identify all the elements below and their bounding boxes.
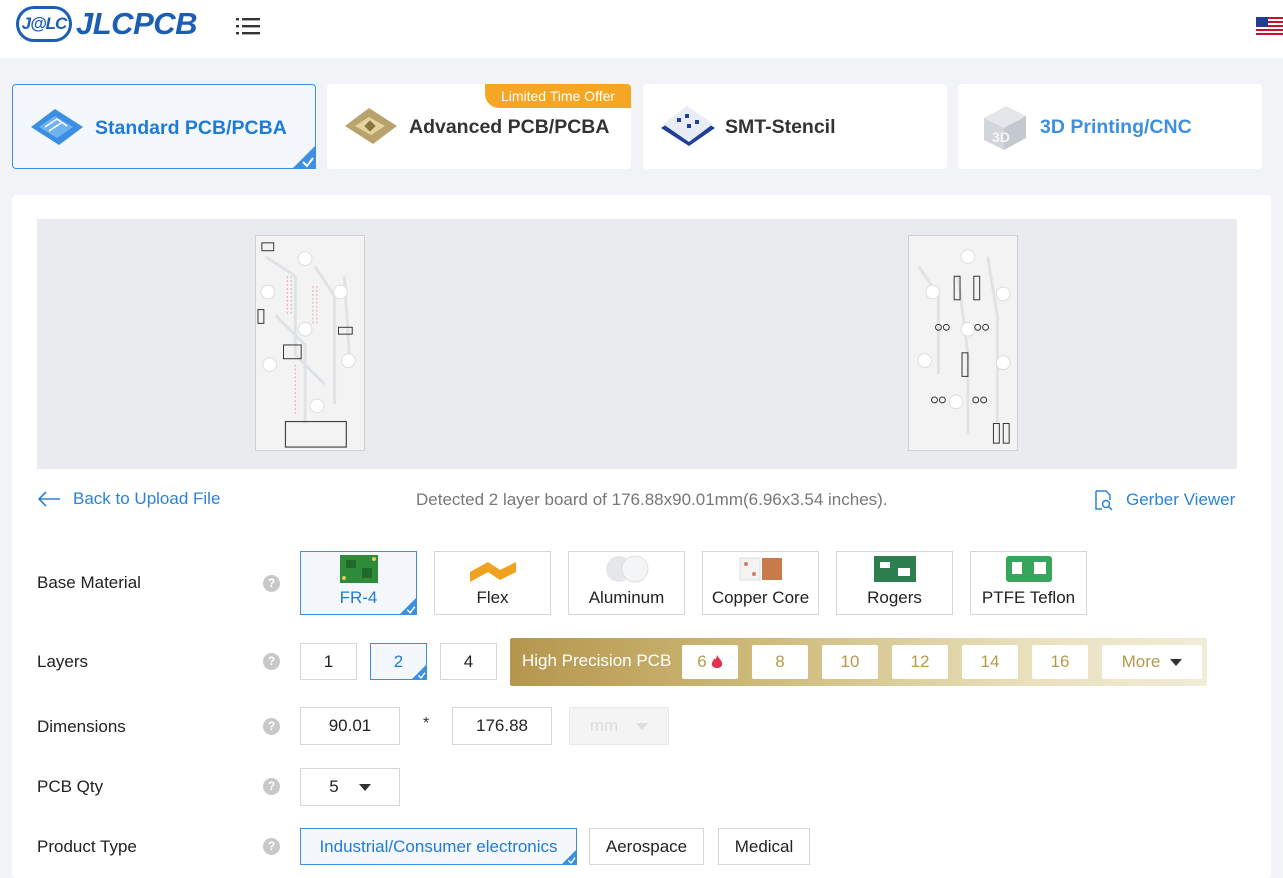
material-label: PTFE Teflon (981, 588, 1076, 607)
selected-check-icon (292, 145, 316, 169)
gerber-viewer-link[interactable]: Gerber Viewer (1092, 489, 1235, 511)
gerber-viewer-label: Gerber Viewer (1126, 490, 1236, 509)
material-option-fr4[interactable]: FR-4 (300, 551, 417, 615)
help-icon[interactable]: ? (263, 653, 280, 670)
more-layers-dropdown[interactable]: More (1102, 645, 1202, 679)
selected-check-icon (411, 664, 427, 680)
unit-label: mm (589, 716, 619, 735)
selected-check-icon (561, 849, 577, 865)
us-flag-icon[interactable] (1256, 17, 1283, 37)
help-icon[interactable]: ? (263, 575, 280, 592)
advanced-pcb-icon (345, 108, 397, 144)
tab-label: SMT-Stencil (725, 116, 836, 138)
material-label: FR-4 (339, 588, 378, 607)
3d-printing-icon: 3D (984, 106, 1026, 150)
material-label: Copper Core (711, 588, 810, 607)
material-label: Rogers (867, 588, 922, 607)
tab-label: Standard PCB/PCBA (95, 117, 287, 139)
layers-label: Layers (37, 652, 89, 671)
product-type-medical[interactable]: Medical (718, 828, 810, 865)
layer-option-16[interactable]: 16 (1032, 645, 1088, 679)
logo-text: JLCPCB (76, 6, 198, 41)
selected-check-icon (399, 597, 417, 615)
top-header: J@LC JLCPCB (0, 0, 1283, 58)
limited-offer-badge: Limited Time Offer (485, 84, 631, 108)
jlcpcb-logo[interactable]: J@LC JLCPCB (16, 6, 198, 42)
aluminum-board-icon (605, 555, 648, 583)
layer-option-6[interactable]: 6 (682, 645, 738, 679)
standard-pcb-icon (31, 109, 83, 145)
gerber-preview (37, 219, 1237, 469)
material-option-aluminum[interactable]: Aluminum (568, 551, 685, 615)
smt-stencil-icon (661, 106, 715, 146)
layer-option-12[interactable]: 12 (892, 645, 948, 679)
dimension-separator: * (423, 715, 430, 732)
material-option-flex[interactable]: Flex (434, 551, 551, 615)
layer-option-4[interactable]: 4 (440, 643, 497, 680)
pcb-qty-label: PCB Qty (37, 777, 104, 796)
pcb-config-panel: Back to Upload File Detected 2 layer boa… (12, 195, 1271, 878)
layer-label: 6 (697, 652, 707, 671)
menu-icon[interactable] (236, 16, 260, 36)
material-label: Flex (476, 588, 509, 607)
back-to-upload-link[interactable]: Back to Upload File (37, 489, 220, 509)
logo-badge: J@LC (16, 6, 72, 42)
file-search-icon (1095, 490, 1113, 511)
flex-board-icon (469, 562, 516, 582)
layer-option-1[interactable]: 1 (300, 643, 357, 680)
tab-smt-stencil[interactable]: SMT-Stencil (643, 84, 947, 169)
rogers-board-icon (873, 556, 916, 582)
fr4-board-icon (339, 555, 378, 583)
help-icon[interactable]: ? (263, 778, 280, 795)
back-link-label: Back to Upload File (73, 489, 221, 508)
pcb-bottom-view (908, 235, 1018, 451)
layer-option-10[interactable]: 10 (822, 645, 878, 679)
base-material-label: Base Material (37, 573, 141, 592)
material-label: Aluminum (588, 588, 665, 607)
product-type-option-label: Industrial/Consumer electronics (319, 836, 558, 856)
ptfe-board-icon (1005, 556, 1052, 582)
chevron-down-icon (636, 722, 649, 730)
dimension-height-input[interactable]: 176.88 (452, 707, 552, 745)
tab-3d-printing[interactable]: 3D 3D Printing/CNC (958, 84, 1262, 169)
svg-text:3D: 3D (992, 129, 1010, 145)
arrow-left-icon (37, 491, 60, 507)
tab-advanced-pcb[interactable]: Advanced PCB/PCBA Limited Time Offer (327, 84, 631, 169)
dimension-width-input[interactable]: 90.01 (300, 707, 400, 745)
high-precision-label: High Precision PCB (522, 651, 672, 670)
chevron-down-icon (358, 783, 371, 791)
help-icon[interactable]: ? (263, 718, 280, 735)
layer-option-8[interactable]: 8 (752, 645, 808, 679)
copper-core-board-icon (739, 557, 782, 581)
pcb-top-view (255, 235, 365, 451)
pcb-qty-select[interactable]: 5 (300, 768, 400, 806)
detected-board-info: Detected 2 layer board of 176.88x90.01mm… (416, 490, 888, 509)
material-option-ptfe-teflon[interactable]: PTFE Teflon (970, 551, 1087, 615)
tab-standard-pcb[interactable]: Standard PCB/PCBA (12, 84, 316, 169)
product-type-label: Product Type (37, 837, 137, 856)
material-option-rogers[interactable]: Rogers (836, 551, 953, 615)
dimension-unit-select[interactable]: mm (569, 707, 669, 745)
layer-label: 2 (393, 651, 404, 671)
layer-option-2[interactable]: 2 (370, 643, 427, 680)
chevron-down-icon (1170, 658, 1183, 666)
tab-label: 3D Printing/CNC (1040, 116, 1192, 138)
product-type-industrial[interactable]: Industrial/Consumer electronics (300, 828, 577, 865)
help-icon[interactable]: ? (263, 838, 280, 855)
product-type-aerospace[interactable]: Aerospace (589, 828, 704, 865)
high-precision-pcb-band: High Precision PCB 6 8 10 12 14 16 More (510, 638, 1207, 686)
qty-value: 5 (329, 777, 339, 796)
material-option-copper-core[interactable]: Copper Core (702, 551, 819, 615)
layer-option-14[interactable]: 14 (962, 645, 1018, 679)
fire-icon (711, 654, 722, 668)
more-label: More (1121, 652, 1161, 671)
dimensions-label: Dimensions (37, 717, 126, 736)
tab-label: Advanced PCB/PCBA (409, 116, 610, 138)
